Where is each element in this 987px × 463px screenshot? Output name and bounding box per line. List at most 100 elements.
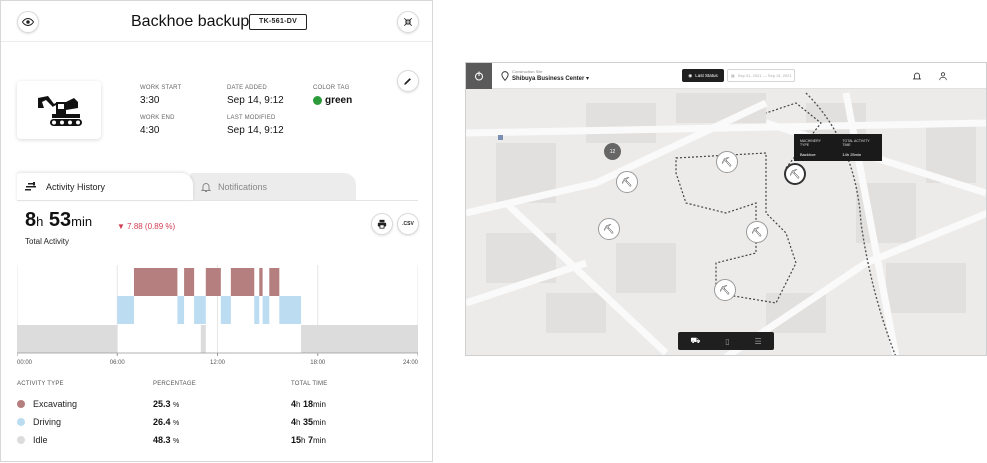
x-tick-label: 24:00 — [403, 360, 418, 366]
date-range-picker[interactable]: ▦ Sep 01, 2021 — Sep 14, 2021 — [727, 69, 795, 82]
map-header: Construction Site Shibuya Business Cente… — [466, 63, 986, 89]
total-activity-value: 8h 53min — [25, 209, 92, 232]
total-minutes-unit: min — [71, 214, 93, 229]
last-modified-value: Sep 14, 9:12 — [227, 125, 284, 136]
eye-icon — [22, 17, 34, 27]
tooltip-type-value: Backhoe — [800, 152, 816, 157]
tab-notifications[interactable]: Notifications — [190, 173, 356, 201]
hours-unit: h — [301, 436, 306, 445]
minutes: 35 — [302, 417, 313, 427]
edit-button[interactable] — [397, 70, 419, 92]
location-pin-icon — [501, 71, 509, 81]
activity-row-excavating: Excavating — [17, 399, 77, 409]
print-button[interactable] — [371, 213, 393, 235]
tab-activity-history[interactable]: Activity History — [17, 173, 193, 201]
power-icon — [475, 71, 483, 81]
excavating-bar — [133, 268, 178, 296]
pct-unit: % — [173, 420, 180, 427]
excavating-bar — [205, 268, 221, 296]
activity-delta: ▼ 7.88 (0.89 %) — [117, 222, 176, 231]
device-view-icon[interactable]: ▯ — [725, 337, 729, 346]
driving-bar — [262, 296, 270, 324]
bell-icon — [200, 183, 212, 192]
site-label: Construction Site — [512, 69, 543, 74]
eye-icon: ◉ — [688, 72, 693, 78]
hours-unit: h — [296, 400, 301, 409]
tooltip-type-label: MACHINERY TYPE — [800, 139, 821, 147]
collapse-button[interactable] — [397, 11, 419, 33]
idle-bar — [200, 325, 206, 353]
color-tag-value: green — [313, 95, 352, 106]
excavator-icon: ⛏ — [621, 176, 633, 187]
site-name: Shibuya Business Center — [512, 76, 585, 82]
map-view-toolbar: ⛟ ▯ ☰ — [678, 332, 774, 350]
excavator-icon: ⛏ — [719, 284, 731, 295]
driving-bar — [177, 296, 185, 324]
pct-value: 26.4 — [153, 417, 171, 427]
panel-title: Backhoe backup — [131, 13, 250, 30]
machine-marker[interactable]: ⛏ — [746, 221, 768, 243]
machine-marker[interactable]: ⛏ — [598, 218, 620, 240]
excavating-bar — [269, 268, 280, 296]
activity-type: Excavating — [33, 399, 78, 409]
backhoe-icon — [38, 96, 82, 126]
user-icon[interactable] — [938, 71, 948, 81]
pct-unit: % — [173, 402, 180, 409]
visibility-button[interactable] — [17, 11, 39, 33]
color-tag-text: green — [325, 95, 353, 106]
total-hours: 8 — [25, 209, 37, 231]
work-end-label: WORK END — [140, 115, 175, 121]
excavating-dot — [17, 400, 25, 408]
driving-bar — [254, 296, 260, 324]
machine-tooltip: MACHINERY TYPE Backhoe TOTAL ACTIVITY TIM… — [794, 134, 882, 161]
x-tick-label: 12:00 — [210, 360, 226, 366]
col-activity-type: ACTIVITY TYPE — [17, 381, 64, 387]
minutes: 18 — [302, 399, 313, 409]
activity-type: Idle — [33, 435, 48, 445]
activity-row-idle: Idle — [17, 435, 48, 445]
tooltip-time-value: 14h 25min — [842, 152, 862, 157]
idle-dot — [17, 436, 25, 444]
driving-bar — [117, 296, 134, 324]
color-tag-dot — [313, 95, 322, 105]
color-tag-label: COLOR TAG — [313, 85, 350, 91]
collapse-icon — [403, 17, 413, 27]
excavating-bar — [259, 268, 263, 296]
last-status-button[interactable]: ◉ Last Status — [682, 69, 724, 82]
activity-total-time: 4h 35min — [291, 417, 326, 427]
hours: 15 — [291, 435, 302, 445]
machine-detail-panel: Backhoe backup TK-561-DV WORK START 3:30… — [0, 0, 433, 462]
machine-id-badge: TK-561-DV — [249, 14, 308, 30]
machine-marker[interactable]: ⛏ — [616, 171, 638, 193]
activity-type: Driving — [33, 417, 62, 427]
map-view[interactable]: Construction Site Shibuya Business Cente… — [465, 62, 987, 356]
idle-bar — [301, 325, 418, 353]
machine-view-icon[interactable]: ⛟ — [690, 336, 700, 346]
list-view-icon[interactable]: ☰ — [754, 337, 761, 346]
date-range-value: Sep 01, 2021 — Sep 14, 2021 — [737, 73, 792, 78]
driving-bar — [194, 296, 206, 324]
csv-export-button[interactable]: .CSV — [397, 213, 419, 235]
x-tick-label: 00:00 — [17, 360, 33, 366]
chevron-down-icon: ▾ — [586, 76, 590, 82]
cluster-marker[interactable]: 12 — [604, 143, 621, 160]
total-minutes: 53 — [48, 209, 72, 231]
tab-activity-label: Activity History — [46, 182, 106, 192]
machine-marker-selected[interactable]: ⛏ — [784, 163, 806, 185]
last-modified-label: LAST MODIFIED — [227, 115, 276, 121]
activity-total-time: 15h 7min — [291, 435, 326, 445]
home-button[interactable] — [466, 63, 492, 89]
machine-marker[interactable]: ⛏ — [716, 151, 738, 173]
notification-bell-icon[interactable] — [912, 71, 922, 81]
total-hours-unit: h — [36, 214, 44, 229]
excavator-icon: ⛏ — [751, 226, 763, 237]
tooltip-time-label: TOTAL ACTIVITY TIME — [842, 139, 870, 147]
pencil-icon — [404, 78, 411, 85]
minutes-unit: min — [313, 418, 326, 427]
machine-marker[interactable]: ⛏ — [714, 279, 736, 301]
x-tick-label: 18:00 — [310, 360, 326, 366]
col-total-time: TOTAL TIME — [291, 381, 328, 387]
map-streets — [466, 92, 986, 355]
site-selector[interactable]: Shibuya Business Center ▾ — [512, 75, 589, 82]
activity-timeline-chart: 00:00 06:00 12:00 18:00 24:00 — [17, 265, 418, 366]
